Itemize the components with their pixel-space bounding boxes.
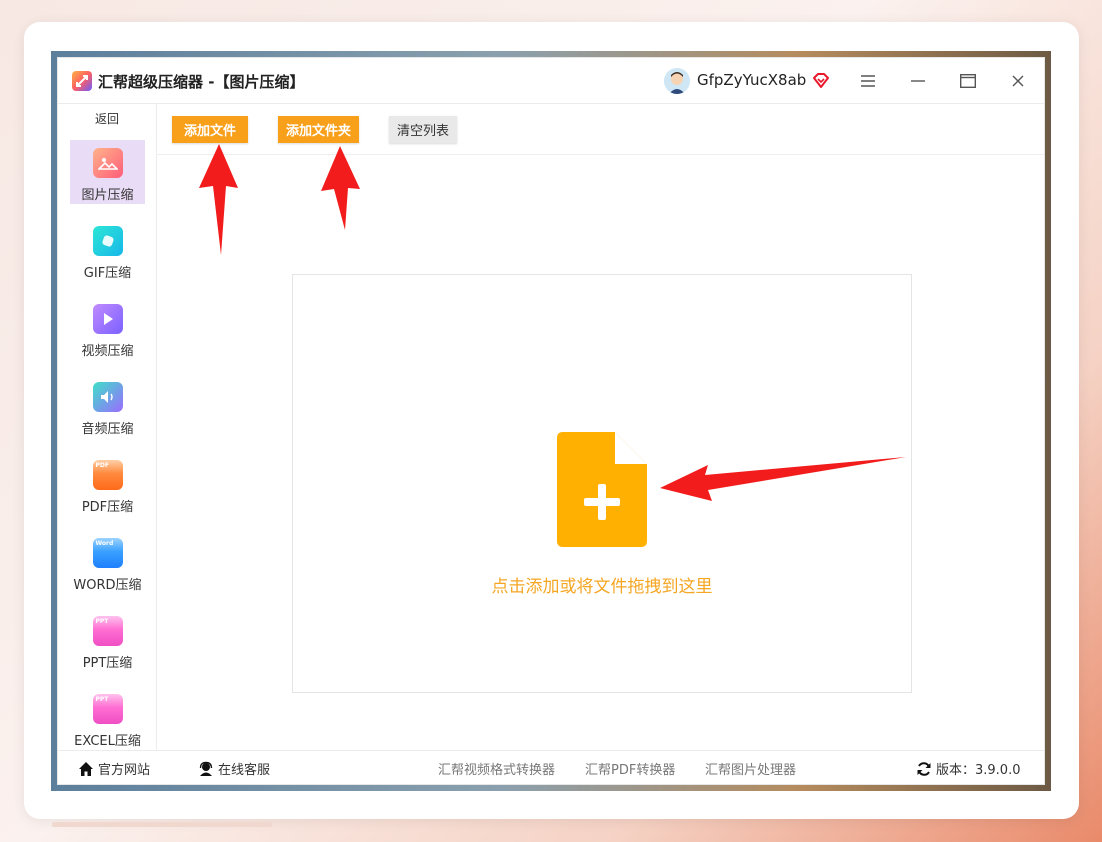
headset-icon bbox=[199, 761, 213, 776]
add-folder-button[interactable]: 添加文件夹 bbox=[278, 116, 359, 143]
ppt-badge: PPT bbox=[95, 618, 109, 625]
window-title: 汇帮超级压缩器 -【图片压缩】 bbox=[98, 71, 304, 92]
sidebar-item-label: EXCEL压缩 bbox=[74, 734, 141, 749]
sidebar-item-audio[interactable]: 音频压缩 bbox=[70, 374, 145, 438]
app-logo-icon bbox=[72, 71, 92, 91]
link-pdf-converter[interactable]: 汇帮PDF转换器 bbox=[585, 759, 675, 778]
online-service-label: 在线客服 bbox=[218, 763, 271, 778]
link-video-converter[interactable]: 汇帮视频格式转换器 bbox=[438, 759, 555, 778]
avatar[interactable] bbox=[664, 68, 690, 94]
sidebar-item-video[interactable]: 视频压缩 bbox=[70, 296, 145, 360]
sidebar-item-label: PPT压缩 bbox=[82, 656, 133, 671]
add-file-icon[interactable] bbox=[557, 432, 647, 547]
official-site-link[interactable]: 官方网站 bbox=[78, 759, 150, 778]
maximize-icon[interactable] bbox=[953, 66, 983, 96]
online-service-link[interactable]: 在线客服 bbox=[198, 759, 270, 778]
sidebar-item-pdf[interactable]: PDF PDF压缩 bbox=[70, 452, 145, 516]
page-title-suffix: -【图片压缩】 bbox=[203, 73, 305, 91]
toolbar: 添加文件 添加文件夹 清空列表 bbox=[157, 104, 1044, 155]
sidebar-item-ppt[interactable]: PPT PPT压缩 bbox=[70, 608, 145, 672]
clear-list-button[interactable]: 清空列表 bbox=[389, 116, 457, 143]
username[interactable]: GfpZyYucX8ab bbox=[697, 71, 806, 89]
audio-icon bbox=[92, 382, 123, 412]
decorative-stripe bbox=[52, 822, 272, 827]
refresh-icon bbox=[917, 761, 931, 776]
file-drop-zone[interactable]: 点击添加或将文件拖拽到这里 bbox=[292, 274, 912, 693]
word-icon: Word bbox=[92, 538, 123, 568]
image-icon bbox=[92, 148, 123, 178]
sidebar-item-label: WORD压缩 bbox=[73, 578, 142, 593]
sidebar: 返回 图片压缩 GIF压缩 视频压缩 音频压缩 PDF PDF压缩 Word W… bbox=[58, 104, 157, 752]
word-badge: Word bbox=[95, 540, 114, 547]
status-bar: 官方网站 在线客服 汇帮视频格式转换器 汇帮PDF转换器 汇帮图片处理器 版本：… bbox=[58, 750, 1044, 784]
sidebar-item-word[interactable]: Word WORD压缩 bbox=[70, 530, 145, 594]
ppt-icon: PPT bbox=[92, 616, 123, 646]
close-icon[interactable] bbox=[1003, 66, 1033, 96]
link-image-processor[interactable]: 汇帮图片处理器 bbox=[705, 759, 796, 778]
vip-diamond-icon[interactable] bbox=[810, 70, 832, 92]
version-info[interactable]: 版本：3.9.0.0 bbox=[916, 759, 1020, 778]
sidebar-item-label: PDF压缩 bbox=[81, 500, 134, 515]
sidebar-item-label: 音频压缩 bbox=[81, 422, 134, 437]
drop-hint: 点击添加或将文件拖拽到这里 bbox=[491, 577, 713, 597]
title-bar: 汇帮超级压缩器 -【图片压缩】 GfpZyYucX8ab bbox=[58, 58, 1044, 104]
excel-badge: PPT bbox=[95, 696, 109, 703]
minimize-icon[interactable] bbox=[903, 66, 933, 96]
version-label: 版本：3.9.0.0 bbox=[936, 763, 1021, 778]
sidebar-item-excel[interactable]: PPT EXCEL压缩 bbox=[70, 686, 145, 750]
app-window: 汇帮超级压缩器 -【图片压缩】 GfpZyYucX8ab 返回 图片压缩 GIF… bbox=[57, 57, 1045, 785]
sidebar-item-image[interactable]: 图片压缩 bbox=[70, 140, 145, 204]
home-icon bbox=[79, 761, 93, 776]
gif-icon bbox=[92, 226, 123, 256]
video-icon bbox=[92, 304, 123, 334]
sidebar-item-gif[interactable]: GIF压缩 bbox=[70, 218, 145, 282]
pdf-badge: PDF bbox=[95, 462, 109, 469]
sidebar-item-label: GIF压缩 bbox=[83, 266, 132, 281]
back-link[interactable]: 返回 bbox=[58, 110, 156, 127]
app-name: 汇帮超级压缩器 bbox=[98, 73, 204, 91]
add-file-button[interactable]: 添加文件 bbox=[172, 116, 248, 143]
sidebar-item-label: 视频压缩 bbox=[81, 344, 134, 359]
menu-icon[interactable] bbox=[853, 66, 883, 96]
sidebar-item-label: 图片压缩 bbox=[81, 188, 134, 203]
excel-icon: PPT bbox=[92, 694, 123, 724]
official-site-label: 官方网站 bbox=[98, 763, 151, 778]
pdf-icon: PDF bbox=[92, 460, 123, 490]
